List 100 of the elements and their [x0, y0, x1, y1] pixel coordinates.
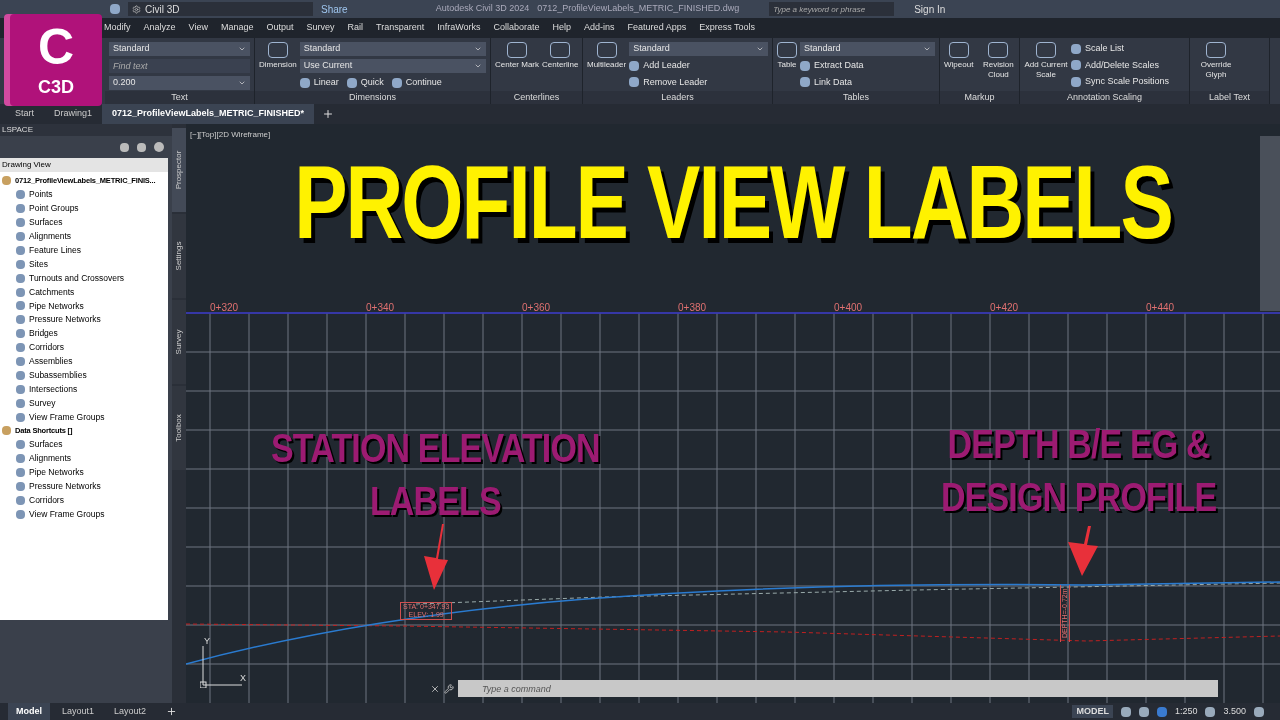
ribbon-tab[interactable]: Collaborate: [493, 21, 540, 35]
station-label: 0+400: [834, 301, 863, 315]
viewport-controls[interactable]: [−][Top][2D Wireframe]: [190, 129, 271, 141]
ribbon-tab[interactable]: Help: [552, 21, 572, 35]
tree-item[interactable]: Corridors: [29, 341, 64, 354]
ribbon-tool-button[interactable]: Scale List: [1071, 42, 1125, 56]
ribbon-tab[interactable]: Featured Apps: [627, 21, 687, 35]
ribbon-tab[interactable]: Analyze: [143, 21, 176, 35]
ribbon-tab[interactable]: View: [188, 21, 208, 35]
tree-item[interactable]: Pipe Networks: [29, 466, 84, 479]
annotation-scale-button[interactable]: 1:250: [1174, 704, 1198, 719]
tree-item[interactable]: Subassemblies: [29, 369, 87, 382]
tree-item[interactable]: Survey: [29, 396, 56, 410]
layout-tab[interactable]: Layout2: [106, 703, 155, 720]
panel-title[interactable]: Leaders: [583, 91, 772, 104]
ribbon-tab[interactable]: Manage: [220, 21, 254, 35]
file-tab[interactable]: Start: [5, 104, 44, 124]
ribbon-tab[interactable]: Rail: [347, 21, 363, 35]
style-dropdown[interactable]: Standard: [629, 42, 768, 56]
panel-title[interactable]: Centerlines: [491, 91, 582, 104]
tree-item[interactable]: Sites: [29, 257, 48, 271]
tree-item[interactable]: Surfaces: [29, 438, 63, 452]
style-dropdown[interactable]: Standard: [109, 42, 250, 56]
tree-item[interactable]: Feature Lines: [29, 244, 81, 257]
tree-item[interactable]: Pressure Networks: [29, 313, 101, 327]
new-tab-icon[interactable]: [321, 108, 334, 120]
tree-item[interactable]: Pipe Networks: [29, 299, 84, 313]
ribbon-large-button[interactable]: Override Glyph: [1194, 42, 1238, 80]
ribbon-large-button[interactable]: Dimension: [259, 42, 297, 70]
ribbon-tool-button[interactable]: Add/Delete Scales: [1071, 58, 1160, 72]
station-label: 0+320: [210, 301, 239, 315]
ribbon-tab[interactable]: Survey: [306, 21, 335, 35]
wrench-icon[interactable]: [444, 683, 454, 694]
ribbon-large-button[interactable]: Multileader: [587, 42, 627, 70]
tree-item[interactable]: Catchments: [29, 285, 75, 299]
style-dropdown[interactable]: Standard: [299, 42, 486, 56]
ribbon-tab[interactable]: Modify: [104, 21, 131, 35]
tree-item[interactable]: Points: [29, 188, 53, 202]
close-icon[interactable]: [430, 683, 440, 694]
tree-item[interactable]: Assemblies: [29, 355, 73, 368]
ribbon-tool-button[interactable]: Add Leader: [629, 59, 690, 73]
ribbon-large-button[interactable]: Revision Cloud: [976, 42, 1021, 80]
tree-item[interactable]: View Frame Groups: [29, 507, 105, 521]
tree-item[interactable]: Pressure Networks: [29, 480, 101, 493]
panel-title[interactable]: Markup: [940, 91, 1019, 104]
help-icon[interactable]: [154, 142, 164, 152]
layout-tab[interactable]: Layout1: [54, 703, 103, 720]
ribbon-large-button[interactable]: Wipeout: [944, 42, 974, 70]
ribbon-tab[interactable]: Express Tools: [699, 21, 755, 35]
ribbon-tool-button[interactable]: Linear: [299, 76, 339, 90]
side-tab[interactable]: Toolbox: [172, 386, 186, 470]
ribbon-large-button[interactable]: Table: [777, 42, 797, 70]
find-text-field[interactable]: Find text: [109, 59, 250, 73]
tree-item[interactable]: Surfaces: [29, 216, 63, 229]
tree-item[interactable]: Alignments: [29, 452, 72, 466]
ribbon-tab[interactable]: Transparent: [376, 21, 425, 35]
file-tab[interactable]: Drawing1: [44, 104, 103, 124]
ribbon-tool-button[interactable]: Link Data: [800, 75, 853, 89]
panel-title[interactable]: Label Text: [1190, 91, 1269, 104]
ribbon-tool-button[interactable]: Sync Scale Positions: [1071, 75, 1170, 89]
elevation-value[interactable]: 3.500: [1223, 704, 1246, 719]
ribbon-tab[interactable]: Output: [266, 21, 294, 35]
ribbon-large-button[interactable]: Centerline: [542, 42, 579, 70]
side-tab[interactable]: Survey: [172, 300, 186, 384]
sign-in-button[interactable]: Sign In: [914, 1, 946, 17]
caret-icon: [238, 45, 246, 53]
add-layout-icon[interactable]: [166, 706, 178, 717]
panel-title[interactable]: Dimensions: [255, 91, 490, 104]
tree-item[interactable]: View Frame Groups: [29, 410, 105, 424]
ribbon-large-button[interactable]: Add Current Scale: [1024, 42, 1068, 80]
workspace-dropdown[interactable]: Civil 3D: [128, 2, 313, 16]
ribbon-tool-button[interactable]: Remove Leader: [629, 75, 708, 89]
tree-item[interactable]: Alignments: [29, 230, 72, 243]
ribbon-tab[interactable]: Add-ins: [584, 21, 615, 35]
ribbon-tool-button[interactable]: Extract Data: [800, 59, 864, 73]
panel-title[interactable]: Annotation Scaling: [1020, 91, 1189, 104]
style-dropdown[interactable]: Standard: [800, 42, 935, 56]
tree-item[interactable]: Point Groups: [29, 202, 79, 216]
panel-title[interactable]: Tables: [773, 91, 939, 104]
ribbon-tool-button[interactable]: Quick: [346, 76, 384, 90]
search-field[interactable]: Type a keyword or phrase: [769, 2, 895, 16]
panel-title[interactable]: Text: [105, 91, 254, 104]
tree-item[interactable]: Corridors: [29, 494, 64, 507]
side-tab[interactable]: Prospector: [172, 128, 186, 212]
layout-tab[interactable]: Model: [8, 703, 50, 720]
style-dropdown[interactable]: Use Current: [299, 59, 486, 73]
file-tab[interactable]: 0712_ProfileViewLabels_METRIC_FINISHED*: [102, 104, 314, 124]
ribbon-tab[interactable]: InfraWorks: [437, 21, 481, 35]
tree-item[interactable]: Bridges: [29, 327, 58, 341]
ribbon-tool-button[interactable]: Continue: [391, 76, 442, 90]
model-space-button[interactable]: MODEL: [1072, 704, 1113, 719]
file-name: 0712_ProfileViewLabels_METRIC_FINISHED.dwg: [537, 2, 740, 16]
view-dropdown[interactable]: Drawing View: [0, 158, 168, 172]
ribbon-large-button[interactable]: Center Mark: [495, 42, 539, 70]
style-dropdown[interactable]: 0.200: [109, 76, 250, 90]
share-button[interactable]: Share: [321, 1, 348, 17]
tree-item[interactable]: Turnouts and Crossovers: [29, 271, 125, 285]
side-tab[interactable]: Settings: [172, 214, 186, 298]
tree-item[interactable]: Intersections: [29, 382, 78, 396]
callout-text: STATION ELEVATION LABELS: [271, 423, 600, 526]
